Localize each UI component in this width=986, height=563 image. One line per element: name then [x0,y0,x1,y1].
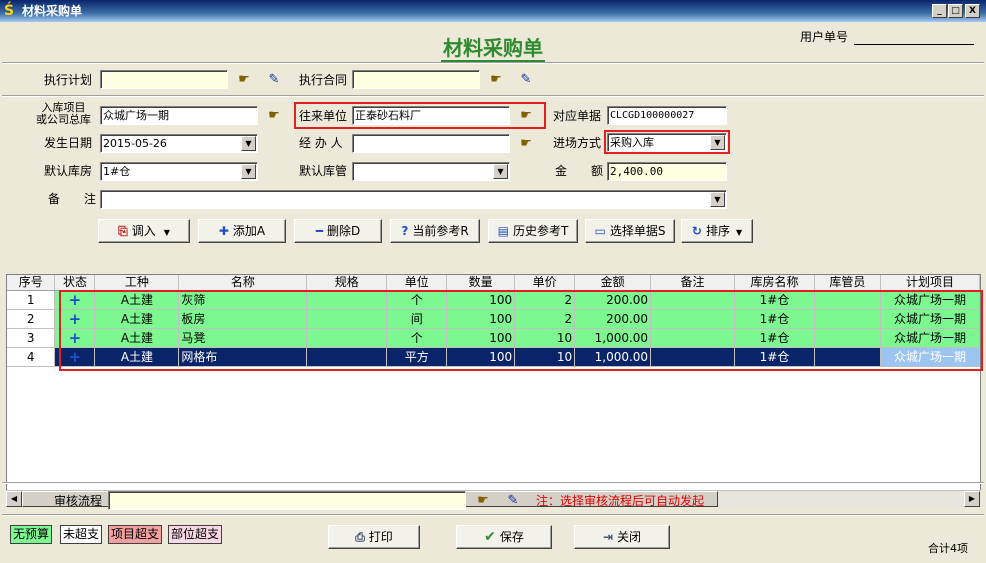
edit-pen-icon[interactable]: ✎ [504,493,522,509]
keeper-select[interactable]: ▼ [352,162,510,181]
pick-hand-icon[interactable]: ☛ [474,493,492,509]
divider [2,514,984,516]
column-header[interactable]: 金额 [574,275,652,291]
items-grid[interactable]: 序号 状态 工种 名称 规格 单位 数量 单价 金额 备注 库房名称 库管员 计… [6,274,983,507]
remark-input[interactable]: ▼ [100,190,727,209]
document-icon: ▭ [594,224,606,238]
check-icon: ✔ [484,529,496,545]
mode-label: 进场方式 [553,136,602,150]
column-header[interactable]: 工种 [94,275,180,291]
project-label: 入库项目 或公司总库 [36,101,91,126]
plan-input[interactable] [100,70,228,89]
keeper-label: 默认库管 [299,164,348,178]
import-button[interactable]: ⎘ 调入 ▼ [98,219,190,243]
chevron-down-icon[interactable]: ▼ [241,136,256,151]
window-title: 材料采购单 [22,4,83,18]
select-doc-button[interactable]: ▭ 选择单据S [585,219,675,243]
docno-label: 对应单据 [553,109,602,123]
minus-icon: ━ [315,224,323,238]
total-count: 合计4项 [928,542,968,555]
column-header[interactable]: 序号 [7,275,56,291]
warehouse-label: 默认库房 [44,164,93,178]
pick-hand-icon[interactable]: ☛ [517,108,535,124]
handler-label: 经 办 人 [299,136,343,150]
legend-not-over: 未超支 [60,525,103,544]
partner-label: 往来单位 [299,109,348,123]
save-button[interactable]: ✔ 保存 [456,525,552,549]
exit-icon: ⇥ [602,530,614,544]
close-button[interactable]: ⇥ 关闭 [574,525,670,549]
chevron-down-icon: ▼ [735,228,743,237]
divider [2,95,984,97]
warehouse-select[interactable]: 1#仓 ▼ [100,162,258,181]
approval-input[interactable] [108,491,466,510]
contract-input[interactable] [352,70,480,89]
current-ref-button[interactable]: ? 当前参考R [390,219,480,243]
minimize-button[interactable]: _ [932,4,947,18]
chevron-down-icon[interactable]: ▼ [493,164,508,179]
plus-icon: ✚ [218,224,229,238]
column-header[interactable]: 计划项目 [880,275,981,291]
chevron-down-icon: ▼ [163,228,170,237]
user-no-field[interactable] [854,44,974,45]
import-icon: ⎘ [118,224,128,238]
amount-field: 2,400.00 [607,162,727,181]
chevron-down-icon[interactable]: ▼ [710,135,725,150]
date-picker[interactable]: 2015-05-26 ▼ [100,134,258,153]
delete-button[interactable]: ━ 删除D [294,219,382,243]
project-input[interactable]: 众城广场一期 [100,106,258,125]
edit-pen-icon[interactable]: ✎ [517,72,535,88]
purchase-form: 材料采购单 用户单号 执行计划 ☛ ✎ 执行合同 ☛ ✎ 入库项目 或公司总库 … [2,22,984,561]
history-ref-button[interactable]: ▤ 历史参考T [488,219,578,243]
pick-hand-icon[interactable]: ☛ [487,72,505,88]
pick-hand-icon[interactable]: ☛ [517,136,535,152]
edit-pen-icon[interactable]: ✎ [265,72,283,88]
table-header: 序号 状态 工种 名称 规格 单位 数量 单价 金额 备注 库房名称 库管员 计… [7,275,981,291]
add-button[interactable]: ✚ 添加A [198,219,286,243]
scroll-left-icon[interactable]: ◀ [6,491,22,507]
column-header[interactable]: 单价 [514,275,576,291]
plan-label: 执行计划 [44,73,93,87]
handler-input[interactable] [352,134,510,153]
amount-label: 金 额 [555,164,604,178]
approval-label: 审核流程 [54,494,103,508]
maximize-button[interactable]: □ [948,4,963,18]
user-no-label: 用户单号 [800,30,849,44]
column-header[interactable]: 单位 [386,275,448,291]
print-button[interactable]: ⎙ 打印 [328,525,420,549]
remark-label: 备 注 [48,192,97,206]
column-header[interactable]: 数量 [446,275,516,291]
printer-icon: ⎙ [355,530,365,544]
approval-note: 注：选择审核流程后可自动发起 [536,494,705,508]
close-window-button[interactable]: X [965,4,980,18]
mode-select[interactable]: 采购入库 ▼ [607,133,727,152]
scroll-right-icon[interactable]: ▶ [964,491,980,507]
sort-button[interactable]: ↻ 排序 ▼ [681,219,753,243]
column-header[interactable]: 库管员 [814,275,881,291]
legend-part-over: 部位超支 [168,525,223,544]
partner-input[interactable]: 正泰砂石料厂 [352,106,510,125]
rows-highlight [59,290,983,371]
chevron-down-icon[interactable]: ▼ [241,164,256,179]
divider [2,62,984,64]
app-icon: Ś [4,3,15,19]
chevron-down-icon[interactable]: ▼ [710,192,725,207]
column-header[interactable]: 备注 [650,275,735,291]
pick-hand-icon[interactable]: ☛ [265,108,283,124]
sort-icon: ↻ [691,224,702,238]
pick-hand-icon[interactable]: ☛ [235,72,253,88]
contract-label: 执行合同 [299,73,348,87]
column-header[interactable]: 状态 [54,275,96,291]
column-header[interactable]: 库房名称 [734,275,815,291]
legend-project-over: 项目超支 [108,525,163,544]
legend-no-budget: 无预算 [10,525,53,544]
title-bar[interactable]: Ś 材料采购单 _ □ X [0,0,986,22]
date-label: 发生日期 [44,136,93,150]
docno-input[interactable]: CLCGD100000027 [607,106,727,125]
divider [2,482,984,484]
help-icon: ? [401,224,409,238]
column-header[interactable]: 规格 [306,275,388,291]
column-header[interactable]: 名称 [178,275,308,291]
book-icon: ▤ [497,224,509,238]
